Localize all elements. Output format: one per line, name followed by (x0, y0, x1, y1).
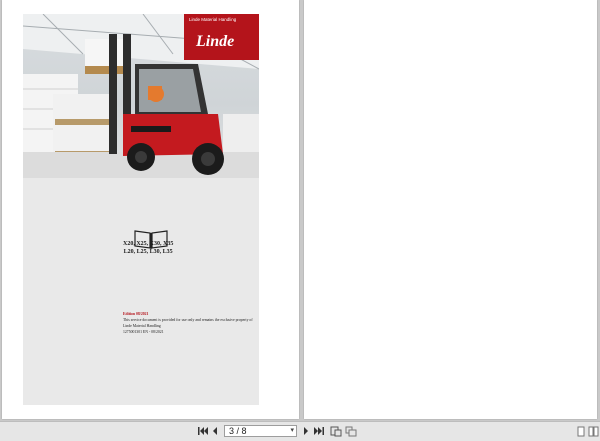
first-page-button[interactable] (196, 425, 208, 437)
model-line-1: X20, X25, X30, X35 (123, 241, 174, 247)
document-info: Edition 08/2021 This service document is… (123, 311, 253, 335)
rotate-button[interactable] (330, 425, 342, 437)
first-page-icon (197, 427, 208, 435)
viewer-toolbar: 3 / 8 ▾ (0, 421, 600, 441)
forklift-photo: Linde Material Handling Linde (23, 14, 259, 178)
linde-logo: Linde (196, 33, 235, 50)
document-number: 1275001301 EN - 08/2021 (123, 330, 164, 334)
rotate-icon (330, 426, 342, 436)
two-page-view-button[interactable] (587, 425, 599, 437)
single-page-view-button[interactable] (575, 425, 587, 437)
two-page-icon (588, 426, 598, 436)
page-number-select[interactable]: 3 / 8 ▾ (224, 425, 297, 437)
document-page-left: Linde Material Handling Linde X20, X25, … (2, 0, 299, 419)
chevron-down-icon: ▾ (290, 427, 294, 434)
next-page-icon (304, 427, 308, 435)
last-page-icon (313, 427, 324, 435)
single-page-icon (577, 426, 585, 436)
model-designations: X20, X25, X30, X35 L20, L25, L30, L35 (123, 240, 173, 256)
previous-page-button[interactable] (209, 425, 221, 437)
document-page-right (304, 0, 597, 419)
linde-brand-box: Linde Material Handling Linde (184, 14, 259, 60)
page-thumbnails-icon (345, 426, 357, 436)
previous-page-icon (213, 427, 217, 435)
brand-tagline: Linde Material Handling (189, 17, 237, 22)
page-display: 3 / 8 (229, 426, 247, 436)
last-page-button[interactable] (313, 425, 325, 437)
page-thumbnails-button[interactable] (345, 425, 357, 437)
cover-panel: Linde Material Handling Linde X20, X25, … (23, 14, 259, 405)
next-page-button[interactable] (300, 425, 312, 437)
model-line-2: L20, L25, L30, L35 (123, 249, 173, 255)
